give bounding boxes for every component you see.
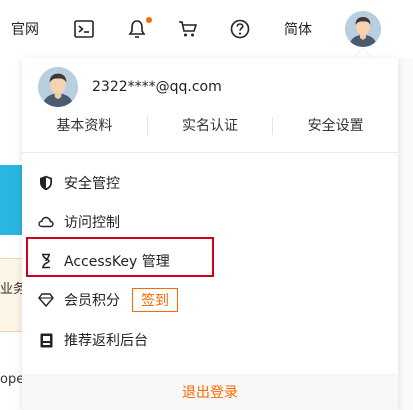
- background-text-fragment: ope: [0, 372, 22, 387]
- menu-item-accesskey-management[interactable]: AccessKey 管理: [38, 249, 170, 273]
- official-site-link[interactable]: 官网: [6, 0, 44, 58]
- real-name-auth-link[interactable]: 实名认证: [148, 116, 273, 136]
- user-summary: 2322****@qq.com: [38, 66, 222, 108]
- cloud-icon: [38, 214, 54, 230]
- menu-item-label: 推荐返利后台: [64, 333, 148, 349]
- menu-item-label: 会员积分: [64, 293, 120, 309]
- avatar: [345, 11, 381, 47]
- sign-in-button[interactable]: 签到: [132, 288, 178, 312]
- language-switch[interactable]: 简体: [278, 0, 318, 58]
- avatar: [38, 67, 78, 107]
- background-banner-stripe: [0, 165, 22, 235]
- shield-icon: [38, 175, 54, 191]
- security-settings-link[interactable]: 安全设置: [273, 116, 398, 136]
- key-icon: [38, 253, 54, 269]
- menu-item-label: AccessKey 管理: [64, 254, 170, 270]
- diamond-icon: [38, 292, 54, 308]
- top-navigation-bar: 官网 简体: [0, 0, 413, 59]
- cart-icon[interactable]: [172, 0, 204, 58]
- menu-item-access-control[interactable]: 访问控制: [38, 210, 120, 234]
- notification-dot: [146, 17, 152, 23]
- terminal-icon[interactable]: [68, 0, 100, 58]
- help-icon[interactable]: [224, 0, 256, 58]
- logout-button[interactable]: 退出登录: [22, 374, 398, 410]
- user-dropdown-panel: 2322****@qq.com 基本资料 实名认证 安全设置 安全管控 访问控制: [22, 58, 398, 410]
- logout-label: 退出登录: [182, 385, 238, 401]
- user-email: 2322****@qq.com: [92, 79, 222, 95]
- menu-item-label: 访问控制: [64, 215, 120, 231]
- basic-profile-link[interactable]: 基本资料: [22, 116, 147, 136]
- menu-item-referral-backend[interactable]: 推荐返利后台: [38, 328, 148, 352]
- referral-icon: [38, 332, 54, 348]
- bell-icon[interactable]: [121, 0, 153, 58]
- background-page-right: [398, 58, 413, 410]
- menu-item-security-control[interactable]: 安全管控: [38, 171, 120, 195]
- divider: [22, 152, 398, 153]
- account-links: 基本资料 实名认证 安全设置: [22, 116, 398, 136]
- background-text-fragment: 业务: [0, 282, 22, 297]
- menu-item-label: 安全管控: [64, 176, 120, 192]
- menu-item-member-points[interactable]: 会员积分 签到: [38, 288, 178, 312]
